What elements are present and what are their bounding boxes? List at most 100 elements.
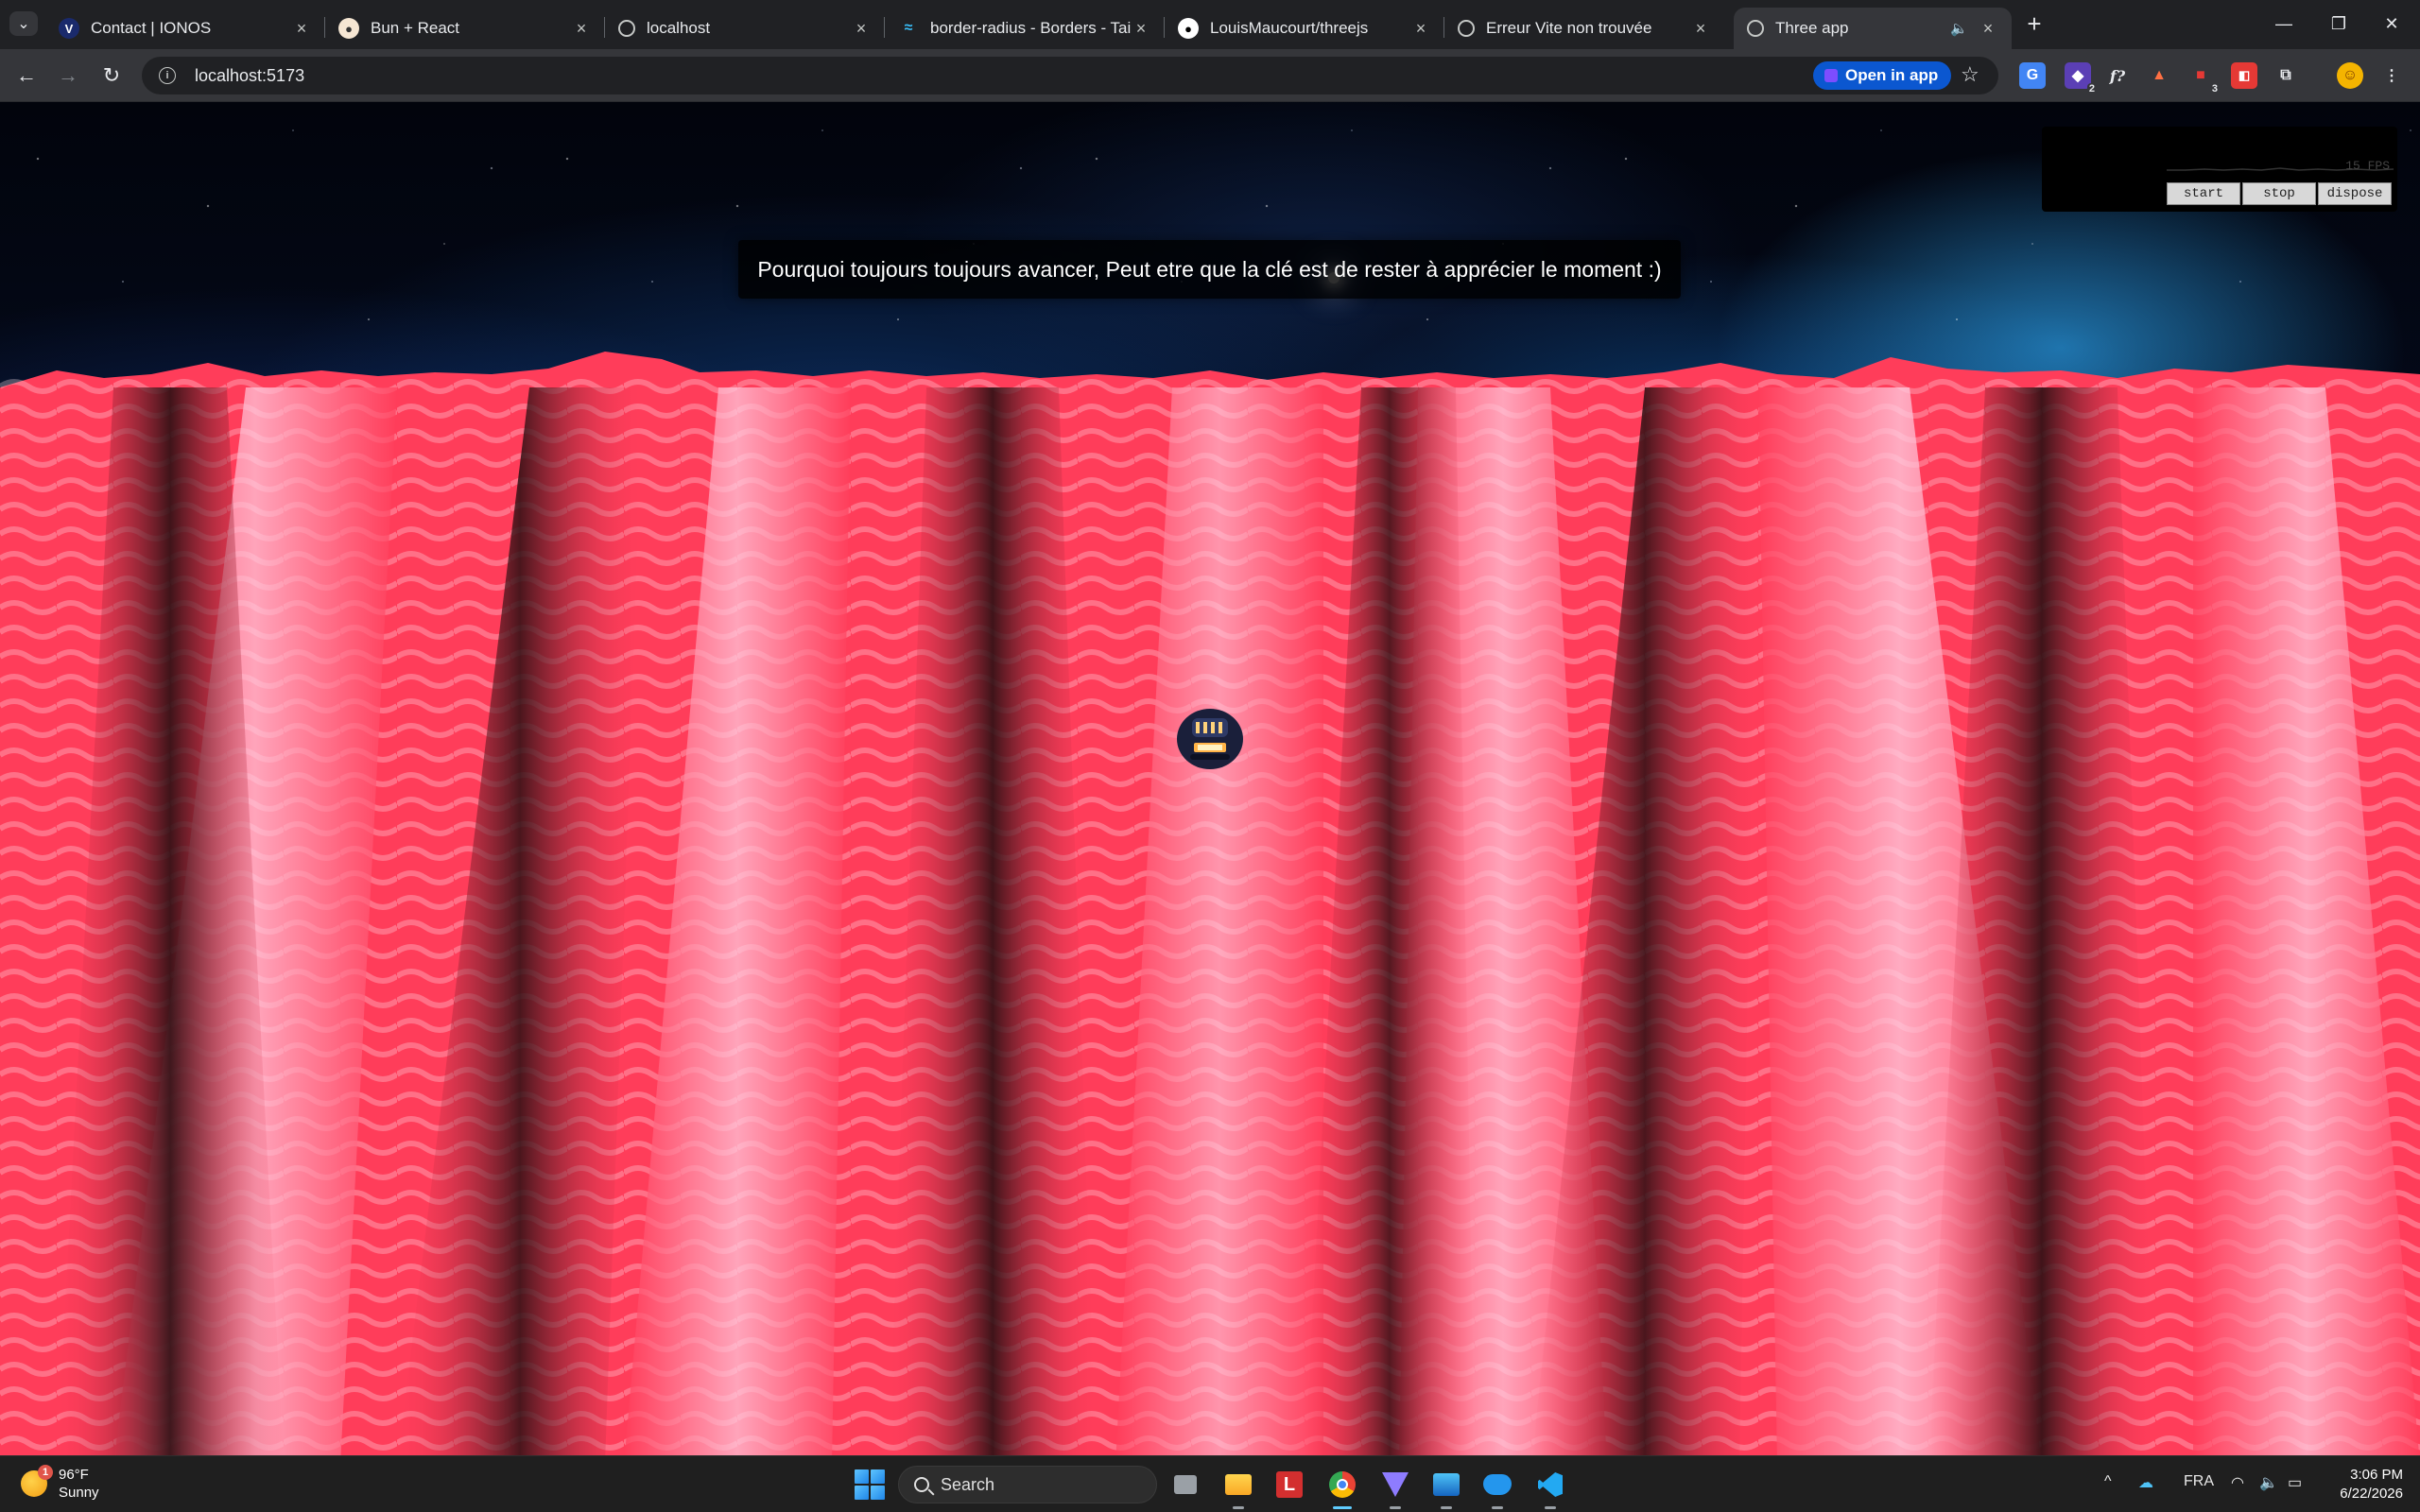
tab-strip: ⌄ V Contact | IONOS × ● Bun + React × lo…: [0, 0, 2420, 49]
tab-bun-react[interactable]: ● Bun + React ×: [325, 8, 605, 49]
photos-icon: [1433, 1473, 1460, 1496]
file-explorer-app[interactable]: [1221, 1468, 1255, 1509]
bookmark-star-icon[interactable]: ☆: [1961, 62, 1979, 87]
close-tab-icon[interactable]: ×: [851, 19, 872, 39]
wifi-icon[interactable]: ◠: [2231, 1473, 2244, 1492]
forward-button[interactable]: →: [55, 62, 81, 89]
url-text[interactable]: localhost:5173: [195, 66, 304, 86]
profile-avatar[interactable]: ☺: [2337, 62, 2363, 89]
browser-toolbar: ← → ↻ i localhost:5173 Open in app ☆ G ◆…: [0, 49, 2420, 102]
chevron-down-icon: ⌄: [17, 16, 30, 32]
tab-search-button[interactable]: ⌄: [9, 11, 38, 36]
volume-icon[interactable]: 🔈: [2259, 1473, 2278, 1492]
close-tab-icon[interactable]: ×: [1131, 19, 1151, 39]
photos-app[interactable]: [1429, 1468, 1463, 1509]
quote-banner: Pourquoi toujours toujours avancer, Peut…: [738, 240, 1681, 299]
clock-time: 3:06 PM: [2350, 1467, 2403, 1483]
folder-icon: [1225, 1474, 1252, 1495]
tab-localhost[interactable]: localhost ×: [605, 8, 885, 49]
vite-icon: [1458, 20, 1475, 37]
extension-badge: 3: [2209, 83, 2220, 94]
stop-button[interactable]: stop: [2242, 182, 2316, 205]
system-clock[interactable]: 3:06 PM 6/22/2026: [2327, 1466, 2403, 1503]
extension-badge: 2: [2086, 83, 2097, 94]
tab-contact-ionos[interactable]: V Contact | IONOS ×: [45, 8, 325, 49]
taskbar-search[interactable]: Search: [898, 1466, 1157, 1503]
chrome-center: [1337, 1479, 1348, 1490]
more-menu-icon[interactable]: ⋮: [2378, 62, 2405, 89]
tab-title: Three app: [1775, 19, 1849, 37]
terrain-plane: [0, 352, 2420, 1455]
running-indicator: [1390, 1506, 1401, 1509]
webgl-canvas[interactable]: Pourquoi toujours toujours avancer, Peut…: [0, 102, 2420, 1455]
github-icon: ●: [1178, 18, 1199, 39]
sun-icon: 1: [21, 1465, 53, 1497]
start-tile: [871, 1469, 885, 1484]
quote-text: Pourquoi toujours toujours avancer, Peut…: [757, 256, 1662, 282]
tab-vite-error[interactable]: Erreur Vite non trouvée ×: [1444, 8, 1724, 49]
running-indicator: [1233, 1506, 1244, 1509]
tab-tailwind-border-radius[interactable]: ≈ border-radius - Borders - Tailwi ×: [885, 8, 1165, 49]
onedrive-icon[interactable]: ☁: [2138, 1473, 2153, 1492]
reload-button[interactable]: ↻: [98, 62, 125, 89]
chrome-icon: [1329, 1471, 1356, 1498]
close-tab-icon[interactable]: ×: [291, 19, 312, 39]
search-icon: [914, 1477, 929, 1492]
running-indicator: [1333, 1506, 1352, 1509]
tab-title: Contact | IONOS: [91, 19, 212, 37]
open-in-app-button[interactable]: Open in app: [1813, 61, 1952, 90]
running-indicator: [1545, 1506, 1556, 1509]
start-button[interactable]: start: [2167, 182, 2240, 205]
tab-title: Erreur Vite non trouvée: [1486, 19, 1652, 37]
running-indicator: [1441, 1506, 1452, 1509]
chrome-app[interactable]: [1325, 1468, 1359, 1509]
address-bar[interactable]: i localhost:5173: [142, 57, 1998, 94]
l-app[interactable]: L: [1272, 1468, 1306, 1502]
screen: ⌄ V Contact | IONOS × ● Bun + React × lo…: [0, 0, 2420, 1512]
start-tile: [855, 1469, 869, 1484]
extension-icon[interactable]: ◆ 2: [2065, 62, 2097, 94]
pdf-extension-icon[interactable]: ◧: [2231, 62, 2257, 89]
record-extension-icon[interactable]: ■ 3: [2187, 62, 2220, 94]
new-tab-button[interactable]: +: [2021, 11, 2048, 38]
docker-app[interactable]: [1480, 1468, 1514, 1509]
dispose-button[interactable]: dispose: [2318, 182, 2392, 205]
tab-github-threejs[interactable]: ● LouisMaucourt/threejs ×: [1165, 8, 1444, 49]
restore-button[interactable]: ❐: [2310, 9, 2367, 38]
site-info-icon[interactable]: i: [159, 67, 176, 84]
minimize-button[interactable]: —: [2256, 9, 2312, 38]
input-language-indicator[interactable]: FRA: [2184, 1473, 2214, 1490]
open-in-app-label: Open in app: [1845, 66, 1939, 84]
close-tab-icon[interactable]: ×: [1410, 19, 1431, 39]
player-vehicle: [1177, 709, 1243, 769]
close-tab-icon[interactable]: ×: [1690, 19, 1711, 39]
close-window-button[interactable]: ✕: [2363, 9, 2420, 38]
windows-start-button[interactable]: [855, 1469, 885, 1500]
task-view-button[interactable]: [1168, 1468, 1202, 1502]
close-tab-icon[interactable]: ×: [1978, 19, 1998, 39]
speaker-icon[interactable]: 🔈: [1950, 20, 1968, 37]
close-tab-icon[interactable]: ×: [571, 19, 592, 39]
tab-title: LouisMaucourt/threejs: [1210, 19, 1369, 37]
weather-temperature: 96°F: [59, 1467, 89, 1483]
extensions-puzzle-icon[interactable]: ⧉: [2273, 62, 2299, 89]
tab-three-app[interactable]: Three app 🔈 ×: [1734, 8, 2012, 49]
dev-app[interactable]: [1378, 1468, 1412, 1509]
show-hidden-icons-chevron-icon[interactable]: ^: [2104, 1473, 2112, 1490]
weather-widget[interactable]: 1 96°F Sunny: [21, 1465, 99, 1502]
app-icon: [1824, 69, 1838, 82]
globe-icon: [618, 20, 635, 37]
l-app-icon: L: [1276, 1471, 1303, 1498]
search-placeholder: Search: [941, 1474, 995, 1494]
vscode-icon: [1538, 1472, 1563, 1497]
vscode-app[interactable]: [1533, 1468, 1567, 1509]
weather-alert-badge: 1: [38, 1465, 53, 1480]
battery-icon[interactable]: ▭: [2288, 1473, 2302, 1492]
font-extension-icon[interactable]: f?: [2104, 62, 2131, 89]
running-indicator: [1492, 1506, 1503, 1509]
back-button[interactable]: ←: [13, 62, 40, 89]
fox-extension-icon[interactable]: ▲: [2146, 62, 2172, 89]
globe-icon: [1747, 20, 1764, 37]
translate-extension-icon[interactable]: G: [2019, 62, 2046, 89]
tab-title: localhost: [647, 19, 711, 37]
